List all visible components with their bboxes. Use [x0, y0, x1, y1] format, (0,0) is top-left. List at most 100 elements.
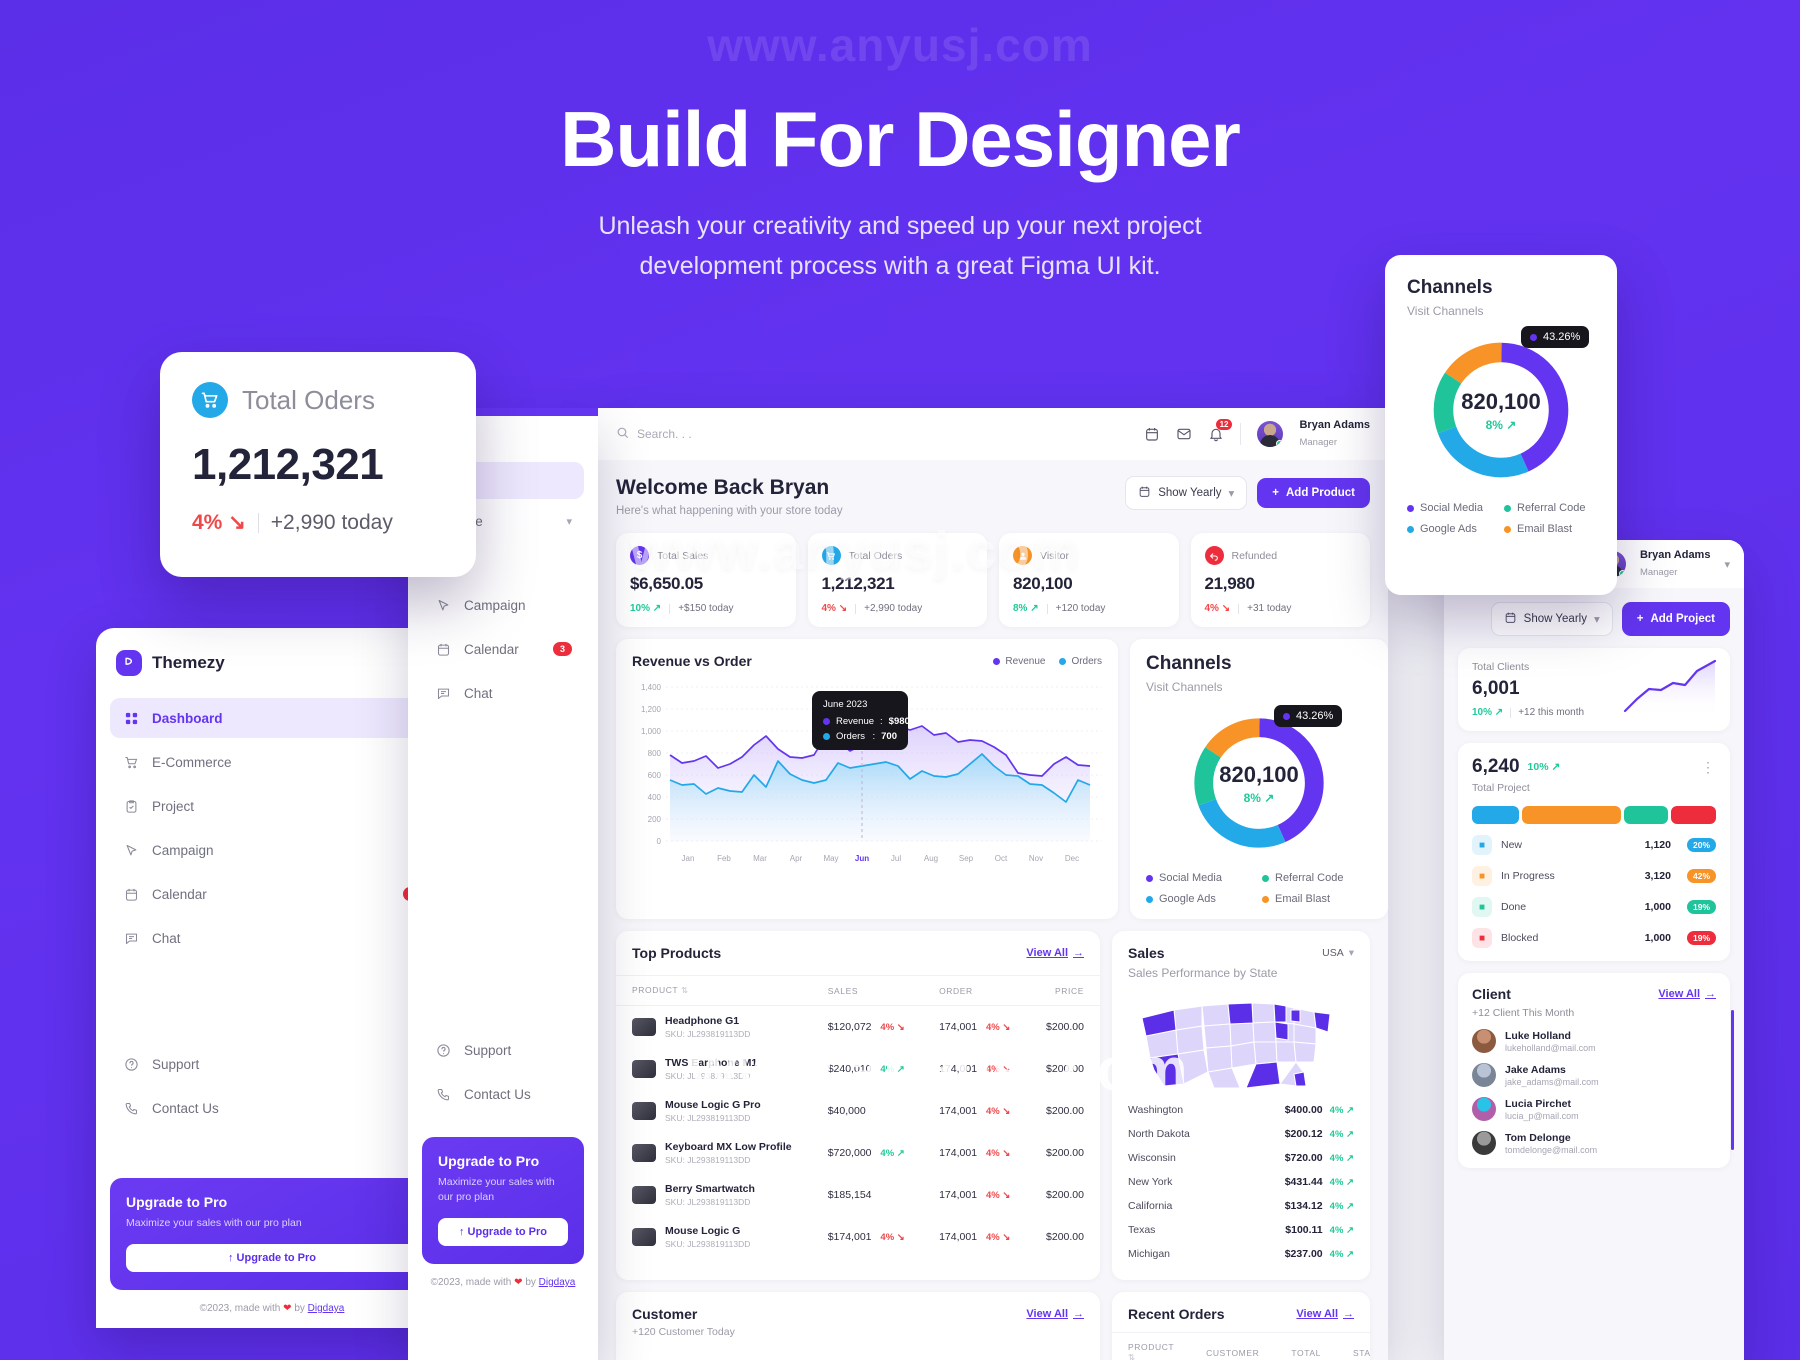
recent-orders-view-all[interactable]: View All → — [1296, 1308, 1354, 1320]
total-orders-label: Total Oders — [242, 384, 375, 415]
list-item[interactable]: ■ Done 1,000 19% — [1472, 897, 1716, 917]
total-orders-floating-card: Total Oders 1,212,321 4% ↘ +2,990 today — [160, 352, 476, 577]
sidebar-item-contact[interactable]: Contact Us — [110, 1088, 434, 1128]
list-item[interactable]: Lucia Pirchet lucia_p@mail.com — [1472, 1097, 1716, 1121]
client-view-all[interactable]: View All → — [1658, 988, 1716, 1000]
sidebar-item-support[interactable]: Support — [110, 1044, 434, 1084]
top-products-card: Top Products View All → PRODUCT ⇅ SALES … — [616, 931, 1100, 1280]
sidebar-item-label: E-Commerce — [152, 754, 232, 770]
sidebar-item-label: Contact Us — [152, 1100, 219, 1116]
total-orders-sub: +2,990 today — [270, 510, 393, 534]
add-product-button[interactable]: + Add Product — [1257, 478, 1370, 508]
sales-card: Sales USA ▾ Sales Performance by State W… — [1112, 931, 1370, 1280]
col-product[interactable]: PRODUCT ⇅ — [1112, 1332, 1191, 1360]
list-item[interactable]: Michigan $237.00 4% ↗ — [1128, 1242, 1354, 1266]
sales-change: 4% ↘ — [880, 1022, 905, 1033]
stat-delta: 8% ↗ — [1013, 603, 1039, 614]
top-products-view-all[interactable]: View All → — [1026, 947, 1084, 959]
donut-tooltip: 43.26% — [1274, 705, 1343, 727]
sidebar-item-project[interactable]: Project — [110, 786, 434, 826]
customer-view-all[interactable]: View All → — [1026, 1308, 1084, 1320]
copyright-link[interactable]: Digdaya — [308, 1303, 345, 1314]
list-item[interactable]: Wisconsin $720.00 4% ↗ — [1128, 1146, 1354, 1170]
list-item[interactable]: Texas $100.11 4% ↗ — [1128, 1218, 1354, 1242]
sort-icon[interactable]: ⇅ — [681, 985, 689, 995]
table-row[interactable]: Keyboard MX Low Profile SKU: JL293819113D… — [616, 1132, 1100, 1174]
product-image — [632, 1186, 656, 1204]
stat-label: Total Sales — [657, 549, 709, 562]
period-selector[interactable]: Show Yearly ▾ — [1490, 602, 1613, 636]
list-item[interactable]: North Dakota $200.12 4% ↗ — [1128, 1122, 1354, 1146]
sidebar-item-campaign[interactable]: Campaign — [422, 585, 584, 625]
upgrade-to-pro-button[interactable]: ↑ Upgrade to Pro — [126, 1244, 418, 1272]
mail-icon[interactable] — [1176, 426, 1192, 442]
search-input[interactable]: Search. . . — [616, 426, 692, 442]
avatar[interactable] — [1257, 420, 1284, 447]
upgrade-desc: Maximize your sales with our pro plan — [438, 1175, 555, 1204]
sidebar-item-dashboard[interactable]: Dashboard — [110, 698, 434, 738]
region-selector[interactable]: USA ▾ — [1322, 947, 1354, 959]
list-item[interactable]: New York $431.44 4% ↗ — [1128, 1170, 1354, 1194]
calendar-icon[interactable] — [1144, 426, 1160, 442]
list-item[interactable]: Washington $400.00 4% ↗ — [1128, 1098, 1354, 1122]
product-name: Keyboard MX Low Profile — [665, 1141, 792, 1153]
table-row[interactable]: Berry Smartwatch SKU: JL293819113DD $185,1… — [616, 1174, 1100, 1216]
client-list: Luke Holland lukeholland@mail.com Jake Ada… — [1472, 1029, 1716, 1155]
cell-product: Headphone G1 SKU: JL293819113DD — [616, 1006, 812, 1049]
chevron-down-icon[interactable]: ▾ — [1724, 558, 1730, 571]
product-name: Berry Smartwatch — [665, 1183, 755, 1195]
sort-icon[interactable]: ⇅ — [1128, 1352, 1136, 1360]
col-price: PRICE — [1028, 975, 1100, 1006]
table-row[interactable]: TWS Earphone M1 SKU: JL293819113DD $240,01… — [616, 1048, 1100, 1090]
user-info[interactable]: Bryan Adams Manager — [1299, 418, 1370, 450]
hero-subtitle-line1: Unleash your creativity and speed up you… — [598, 212, 1202, 240]
legend-social-media: Social Media — [1146, 872, 1256, 884]
copyright-link[interactable]: Digdaya — [539, 1277, 576, 1288]
tooltip-row-revenue: Revenue : $980 — [823, 716, 910, 727]
main-topbar: Search. . . 12 Bryan Adams Manager — [598, 408, 1388, 460]
sidebar-item-chat[interactable]: Chat — [110, 918, 434, 958]
list-item[interactable]: Luke Holland lukeholland@mail.com — [1472, 1029, 1716, 1053]
scrollbar[interactable] — [1731, 1010, 1734, 1150]
col-product[interactable]: PRODUCT ⇅ — [616, 975, 812, 1006]
list-item[interactable]: California $134.12 4% ↗ — [1128, 1194, 1354, 1218]
sidebar-item-ecommerce[interactable]: E-Commerce ▾ — [110, 742, 434, 782]
channels-float-donut: 820,100 8% ↗ 43.26% — [1425, 326, 1590, 486]
bell-icon[interactable]: 12 — [1208, 418, 1233, 442]
list-item[interactable]: Tom Delonge tomdelonge@mail.com — [1472, 1131, 1716, 1155]
client-name: Lucia Pirchet — [1505, 1097, 1571, 1110]
col-sales: SALES — [811, 975, 924, 1006]
more-vertical-icon[interactable]: ⋮ — [1701, 759, 1716, 776]
sidebar-item-chat[interactable]: Chat — [422, 673, 584, 713]
sidebar-item-calendar[interactable]: Calendar 3 — [422, 629, 584, 669]
add-project-button[interactable]: + Add Project — [1621, 602, 1730, 636]
customer-subtitle: +120 Customer Today — [632, 1326, 735, 1338]
main-content: Welcome Back Bryan Here's what happening… — [598, 460, 1388, 1360]
legend-google-ads: Google Ads — [1146, 893, 1256, 905]
sidebar-item-label: Project — [152, 798, 195, 814]
product-name: Headphone G1 — [665, 1015, 740, 1027]
status-label: In Progress — [1501, 870, 1555, 882]
stat-sub: +31 today — [1247, 603, 1292, 614]
status-value: 1,000 — [1644, 901, 1671, 913]
sidebar-item-calendar[interactable]: Calendar 3 — [110, 874, 434, 914]
state-amount: $100.11 — [1285, 1224, 1323, 1236]
table-row[interactable]: Mouse Logic G SKU: JL293819113DD $174,001 … — [616, 1216, 1100, 1258]
list-item[interactable]: ■ New 1,120 20% — [1472, 835, 1716, 855]
sidebar-item-support[interactable]: Support — [422, 1030, 584, 1070]
list-item[interactable]: ■ In Progress 3,120 42% — [1472, 866, 1716, 886]
legend-social-media: Social Media — [1407, 502, 1498, 514]
table-row[interactable]: Headphone G1 SKU: JL293819113DD $120,072 4… — [616, 1006, 1100, 1049]
cell-price: $200.00 — [1046, 1231, 1084, 1243]
table-row[interactable]: Mouse Logic G Pro SKU: JL293819113DD $40,0… — [616, 1090, 1100, 1132]
sidebar-item-campaign[interactable]: Campaign — [110, 830, 434, 870]
stat-value: 1,212,321 — [821, 574, 895, 593]
user-info[interactable]: Bryan Adams Manager — [1640, 548, 1711, 580]
list-item[interactable]: Jake Adams jake_adams@mail.com — [1472, 1063, 1716, 1087]
table-header-row: PRODUCT ⇅ SALES ORDER PRICE — [616, 975, 1100, 1006]
list-item[interactable]: ■ Blocked 1,000 19% — [1472, 928, 1716, 948]
sidebar-item-contact[interactable]: Contact Us — [422, 1074, 584, 1114]
upgrade-to-pro-button[interactable]: ↑ Upgrade to Pro — [438, 1218, 568, 1246]
welcome-actions: Show Yearly ▾ + Add Product — [1125, 476, 1370, 510]
period-selector[interactable]: Show Yearly ▾ — [1125, 476, 1248, 510]
